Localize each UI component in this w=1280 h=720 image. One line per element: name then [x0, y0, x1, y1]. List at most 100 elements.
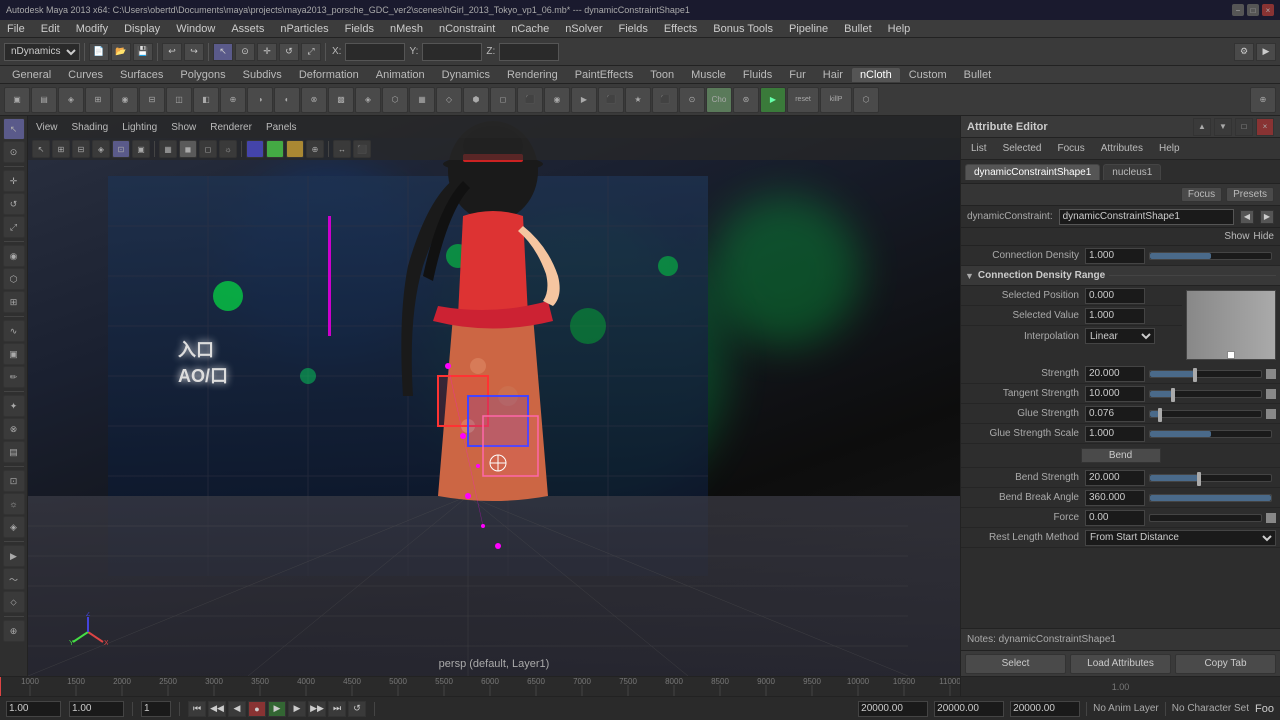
new-file-button[interactable]: 📄 — [89, 43, 109, 61]
ae-show-button[interactable]: Show — [1224, 231, 1249, 242]
record-button[interactable]: ● — [248, 701, 266, 717]
vp-light-icon[interactable]: ☼ — [219, 140, 237, 158]
shelf-tab-curves[interactable]: Curves — [60, 68, 111, 82]
open-file-button[interactable]: 📂 — [111, 43, 131, 61]
ae-node-tab-nucleus[interactable]: nucleus1 — [1103, 164, 1161, 180]
vp-color-2[interactable] — [266, 140, 284, 158]
ae-float-button[interactable]: □ — [1235, 118, 1253, 136]
shelf-tab-custom[interactable]: Custom — [901, 68, 955, 82]
strength-slider-handle[interactable] — [1193, 368, 1197, 382]
end-frame-input[interactable] — [69, 701, 124, 717]
x-field[interactable] — [345, 43, 405, 61]
vp-wire-icon[interactable]: ▦ — [159, 140, 177, 158]
skip-end-button[interactable]: ⏭ — [328, 701, 346, 717]
menu-item-nparticles[interactable]: nParticles — [277, 23, 331, 35]
shelf-tab-dynamics[interactable]: Dynamics — [434, 68, 498, 82]
focus-button[interactable]: Focus — [1181, 187, 1222, 202]
dynamic-constraint-input[interactable] — [1059, 209, 1234, 225]
shelf-tab-muscle[interactable]: Muscle — [683, 68, 734, 82]
vp-icon-cam[interactable]: ⬛ — [353, 140, 371, 158]
vp-panels-menu[interactable]: Panels — [262, 122, 301, 133]
menu-item-nconstraint[interactable]: nConstraint — [436, 23, 498, 35]
shelf-icon-9[interactable]: ⊕ — [220, 87, 246, 113]
vp-lighting-menu[interactable]: Lighting — [118, 122, 161, 133]
shelf-icon-8[interactable]: ◧ — [193, 87, 219, 113]
shelf-icon-21[interactable]: ◉ — [544, 87, 570, 113]
shelf-icon-19[interactable]: ◻ — [490, 87, 516, 113]
force-input[interactable] — [1085, 510, 1145, 526]
dynamics-button[interactable]: 〜 — [3, 568, 25, 590]
bend-button[interactable]: Bend — [1081, 448, 1161, 463]
selected-value-input[interactable] — [1085, 308, 1145, 324]
shelf-tab-deformation[interactable]: Deformation — [291, 68, 367, 82]
shelf-tab-ncloth[interactable]: nCloth — [852, 68, 900, 82]
current-frame-input[interactable] — [141, 701, 171, 717]
ae-tab-list[interactable]: List — [965, 141, 993, 156]
shelf-icon-7[interactable]: ◫ — [166, 87, 192, 113]
shelf-icon-16[interactable]: ▦ — [409, 87, 435, 113]
shelf-icon-23[interactable]: ⬛ — [598, 87, 624, 113]
move-tool-button[interactable]: ✛ — [3, 170, 25, 192]
joint-tool[interactable]: ✦ — [3, 395, 25, 417]
lasso-tool-button[interactable]: ⊙ — [3, 141, 25, 163]
kill-button[interactable]: killP — [820, 87, 852, 113]
presets-button[interactable]: Presets — [1226, 187, 1274, 202]
vp-show-menu[interactable]: Show — [167, 122, 200, 133]
ae-hide-button[interactable]: Hide — [1253, 231, 1274, 242]
rest-length-method-select[interactable]: From Start Distance Component Average — [1085, 530, 1276, 546]
scale-button[interactable]: ⤢ — [301, 43, 321, 61]
tangent-strength-input[interactable] — [1085, 386, 1145, 402]
glue-strength-input[interactable] — [1085, 406, 1145, 422]
shelf-icon-29[interactable]: ▶ — [760, 87, 786, 113]
sculpt-tool[interactable]: ⬡ — [3, 268, 25, 290]
shelf-icon-24[interactable]: ★ — [625, 87, 651, 113]
menu-item-edit[interactable]: Edit — [38, 23, 63, 35]
vp-select-icon[interactable]: ↖ — [32, 140, 50, 158]
vp-icon-6[interactable]: ▣ — [132, 140, 150, 158]
reset-button[interactable]: reset — [787, 87, 819, 113]
glue-strength-slider-handle[interactable] — [1158, 408, 1162, 422]
prev-frame-button[interactable]: ◀ — [228, 701, 246, 717]
vp-icon-2[interactable]: ⊞ — [52, 140, 70, 158]
shelf-icon-3[interactable]: ◈ — [58, 87, 84, 113]
shelf-tab-subdivs[interactable]: Subdivs — [235, 68, 290, 82]
lasso-button[interactable]: ⊙ — [235, 43, 255, 61]
camera-button[interactable]: ⊡ — [3, 470, 25, 492]
shelf-icon-13[interactable]: ▩ — [328, 87, 354, 113]
maximize-button[interactable]: □ — [1247, 4, 1259, 16]
interpolation-select[interactable]: Linear Smooth Spline — [1085, 328, 1155, 344]
bend-strength-slider[interactable] — [1149, 474, 1272, 482]
force-slider[interactable] — [1149, 514, 1262, 522]
skip-start-button[interactable]: ⏮ — [188, 701, 206, 717]
start-frame-input[interactable] — [6, 701, 61, 717]
menu-item-nmesh[interactable]: nMesh — [387, 23, 426, 35]
ae-scroll-up[interactable]: ▲ — [1193, 118, 1211, 136]
glue-strength-slider[interactable] — [1149, 410, 1262, 418]
shelf-icon-1[interactable]: ▣ — [4, 87, 30, 113]
menu-item-bullet[interactable]: Bullet — [841, 23, 875, 35]
menu-item-bonus tools[interactable]: Bonus Tools — [710, 23, 776, 35]
menu-item-modify[interactable]: Modify — [73, 23, 111, 35]
render-button[interactable]: ▶ — [1256, 43, 1276, 61]
ramp-preview[interactable] — [1186, 290, 1276, 360]
close-button[interactable]: × — [1262, 4, 1274, 16]
shelf-tab-general[interactable]: General — [4, 68, 59, 82]
connection-density-range-section[interactable]: ▼ Connection Density Range — [961, 266, 1280, 286]
menu-item-fields[interactable]: Fields — [342, 23, 377, 35]
play-forward-button[interactable]: ▶ — [268, 701, 286, 717]
ae-tab-help[interactable]: Help — [1153, 141, 1186, 156]
shelf-tab-fur[interactable]: Fur — [781, 68, 814, 82]
vp-icon-4[interactable]: ◈ — [92, 140, 110, 158]
ae-tab-attributes[interactable]: Attributes — [1095, 141, 1149, 156]
vp-shading-menu[interactable]: Shading — [68, 122, 113, 133]
select-button[interactable]: ↖ — [213, 43, 233, 61]
shelf-icon-22[interactable]: ▶ — [571, 87, 597, 113]
bend-break-angle-slider[interactable] — [1149, 494, 1272, 502]
menu-item-file[interactable]: File — [4, 23, 28, 35]
menu-item-pipeline[interactable]: Pipeline — [786, 23, 831, 35]
strength-input[interactable] — [1085, 366, 1145, 382]
shelf-icon-11[interactable]: ◐ — [274, 87, 300, 113]
ae-tab-selected[interactable]: Selected — [997, 141, 1048, 156]
shelf-tab-animation[interactable]: Animation — [368, 68, 433, 82]
step-forward-button[interactable]: ▶▶ — [308, 701, 326, 717]
